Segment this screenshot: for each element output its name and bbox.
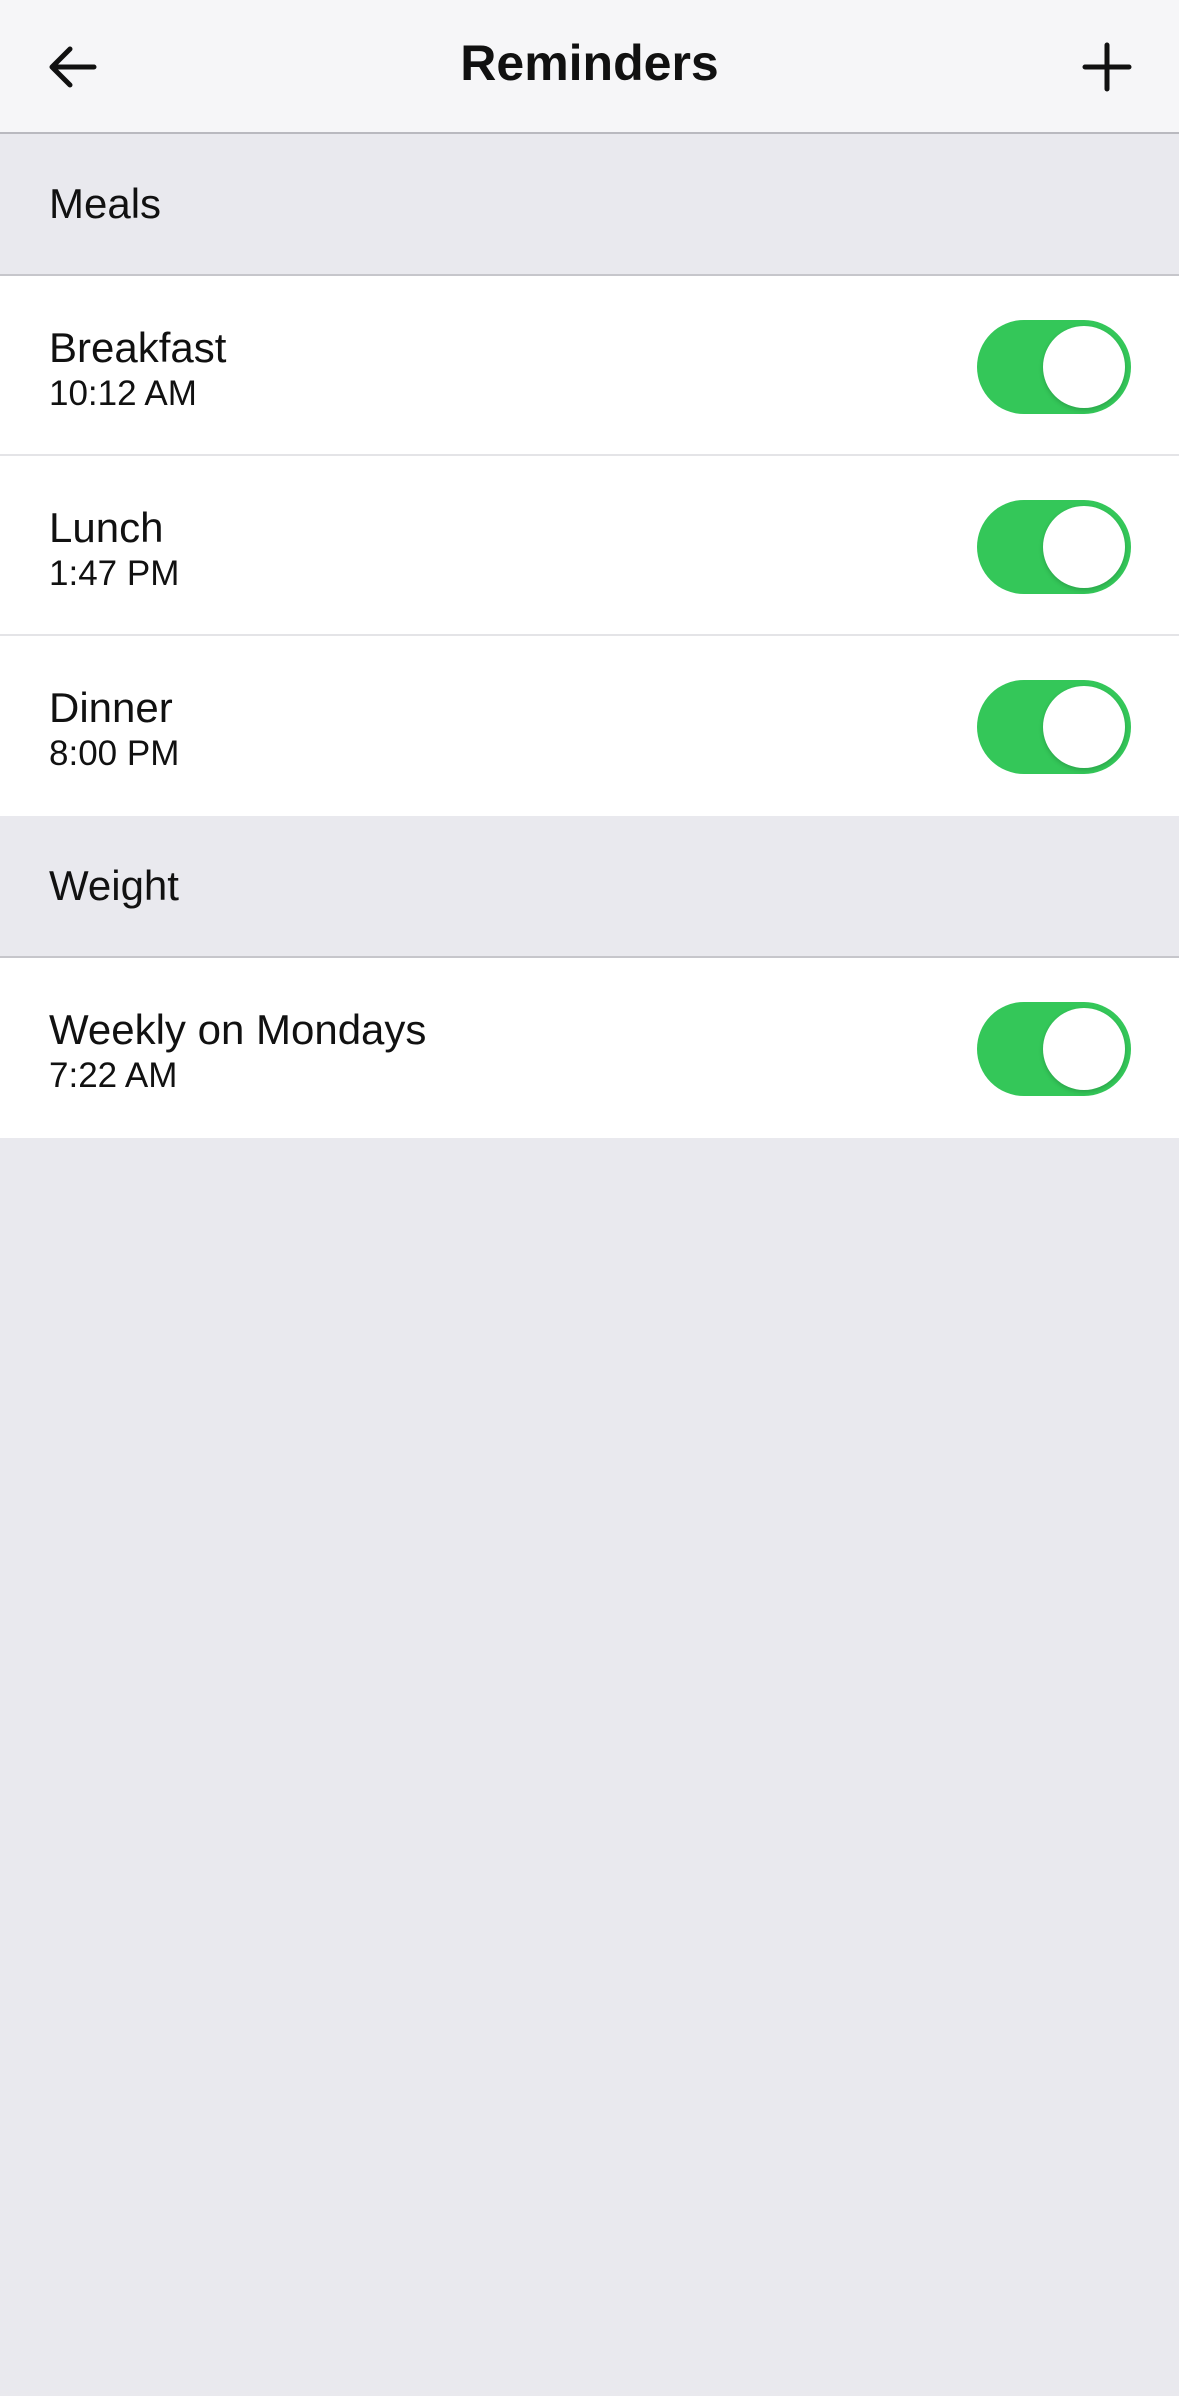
section-header-meals: Meals	[0, 134, 1179, 276]
toggle-knob	[1043, 506, 1125, 588]
reminder-row-weekly-weight[interactable]: Weekly on Mondays 7:22 AM	[0, 958, 1179, 1138]
reminder-title: Weekly on Mondays	[49, 1006, 427, 1053]
reminder-row-lunch[interactable]: Lunch 1:47 PM	[0, 456, 1179, 636]
plus-icon	[1082, 42, 1132, 92]
dinner-toggle[interactable]	[977, 680, 1131, 774]
reminder-time: 7:22 AM	[49, 1056, 178, 1095]
reminder-title: Dinner	[49, 684, 173, 731]
reminder-title: Breakfast	[49, 324, 227, 371]
reminder-title: Lunch	[49, 504, 164, 551]
add-reminder-button[interactable]	[1069, 29, 1145, 105]
reminder-time: 1:47 PM	[49, 554, 180, 593]
toggle-knob	[1043, 686, 1125, 768]
breakfast-toggle[interactable]	[977, 320, 1131, 414]
toggle-knob	[1043, 326, 1125, 408]
reminder-time: 10:12 AM	[49, 374, 197, 413]
weekly-weight-toggle[interactable]	[977, 1002, 1131, 1096]
lunch-toggle[interactable]	[977, 500, 1131, 594]
section-header-weight: Weight	[0, 816, 1179, 958]
section-label: Weight	[49, 862, 179, 909]
toggle-knob	[1043, 1008, 1125, 1090]
page-title: Reminders	[460, 35, 719, 91]
reminder-row-breakfast[interactable]: Breakfast 10:12 AM	[0, 276, 1179, 456]
reminder-row-dinner[interactable]: Dinner 8:00 PM	[0, 636, 1179, 816]
navigation-bar: Reminders	[0, 0, 1179, 134]
reminder-time: 8:00 PM	[49, 734, 180, 773]
section-label: Meals	[49, 180, 162, 227]
